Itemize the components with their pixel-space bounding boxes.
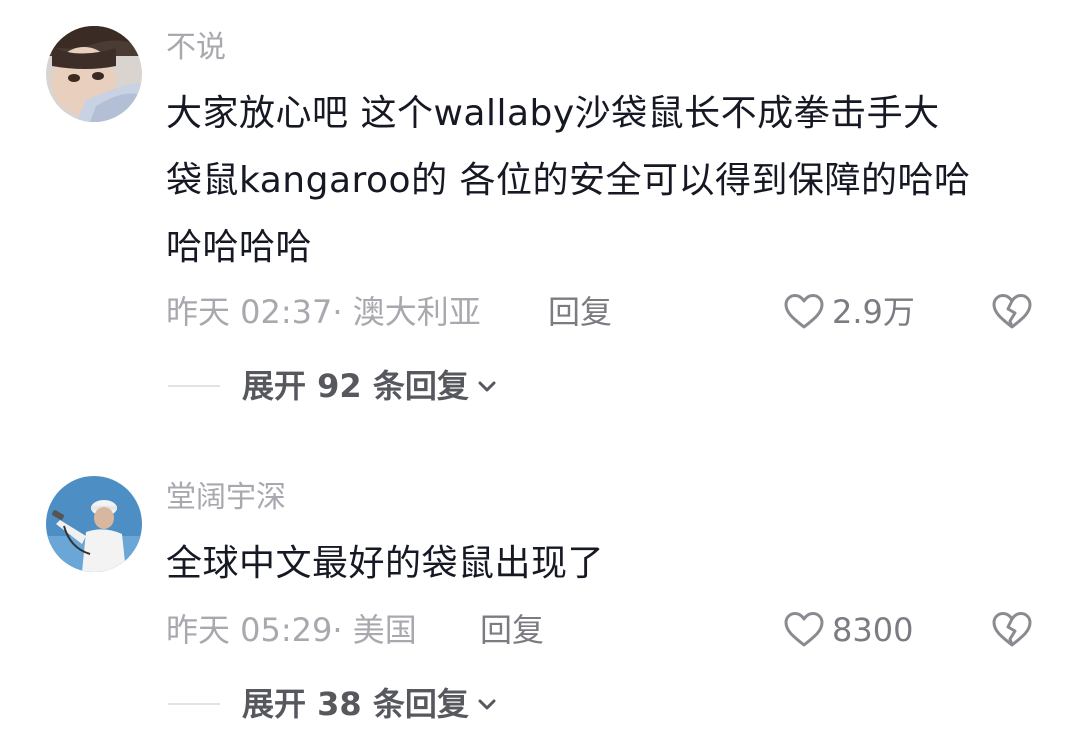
comment-text: 大家放心吧 这个wallaby沙袋鼠长不成拳击手大 袋鼠kangaroo的 各位…	[166, 80, 1046, 281]
comment-text: 全球中文最好的袋鼠出现了	[166, 530, 1046, 597]
broken-heart-icon	[992, 294, 1032, 329]
comment-meta: 昨天 05:29· 美国	[166, 608, 417, 652]
like-count: 8300	[832, 611, 914, 649]
user-avatar-girl-icon	[46, 26, 142, 122]
like-button[interactable]: 8300	[782, 608, 913, 652]
divider-line	[168, 703, 220, 705]
comment-line: 哈哈哈哈	[166, 227, 313, 268]
like-count: 2.9万	[832, 293, 915, 331]
timestamp-location: 昨天 05:29· 美国	[166, 611, 417, 649]
dislike-button[interactable]	[990, 608, 1034, 652]
like-button[interactable]: 2.9万	[782, 290, 915, 334]
reply-button[interactable]: 回复	[480, 608, 544, 652]
heart-outline-icon	[784, 294, 824, 329]
username[interactable]: 堂阔宇深	[166, 478, 286, 518]
expand-replies-label: 展开 38 条回复	[242, 685, 469, 723]
username[interactable]: 不说	[166, 28, 226, 68]
heart-outline-icon	[784, 612, 824, 647]
reply-button[interactable]: 回复	[548, 290, 612, 334]
avatar[interactable]	[46, 476, 142, 572]
divider-line	[168, 385, 220, 387]
avatar[interactable]	[46, 26, 142, 122]
expand-replies-button[interactable]: 展开 92 条回复	[168, 364, 499, 408]
chevron-down-icon	[478, 699, 496, 710]
comment-line: 大家放心吧 这个wallaby沙袋鼠长不成拳击手大	[166, 93, 940, 134]
expand-replies-button[interactable]: 展开 38 条回复	[168, 682, 499, 726]
comment-meta: 昨天 02:37· 澳大利亚	[166, 290, 481, 334]
broken-heart-icon	[992, 612, 1032, 647]
chevron-down-icon	[478, 381, 496, 392]
user-avatar-worker-icon	[46, 476, 142, 572]
dislike-button[interactable]	[990, 290, 1034, 334]
timestamp-location: 昨天 02:37· 澳大利亚	[166, 293, 481, 331]
comment-line: 全球中文最好的袋鼠出现了	[166, 543, 605, 584]
comment-line: 袋鼠kangaroo的 各位的安全可以得到保障的哈哈	[166, 160, 971, 201]
expand-replies-label: 展开 92 条回复	[242, 367, 469, 405]
